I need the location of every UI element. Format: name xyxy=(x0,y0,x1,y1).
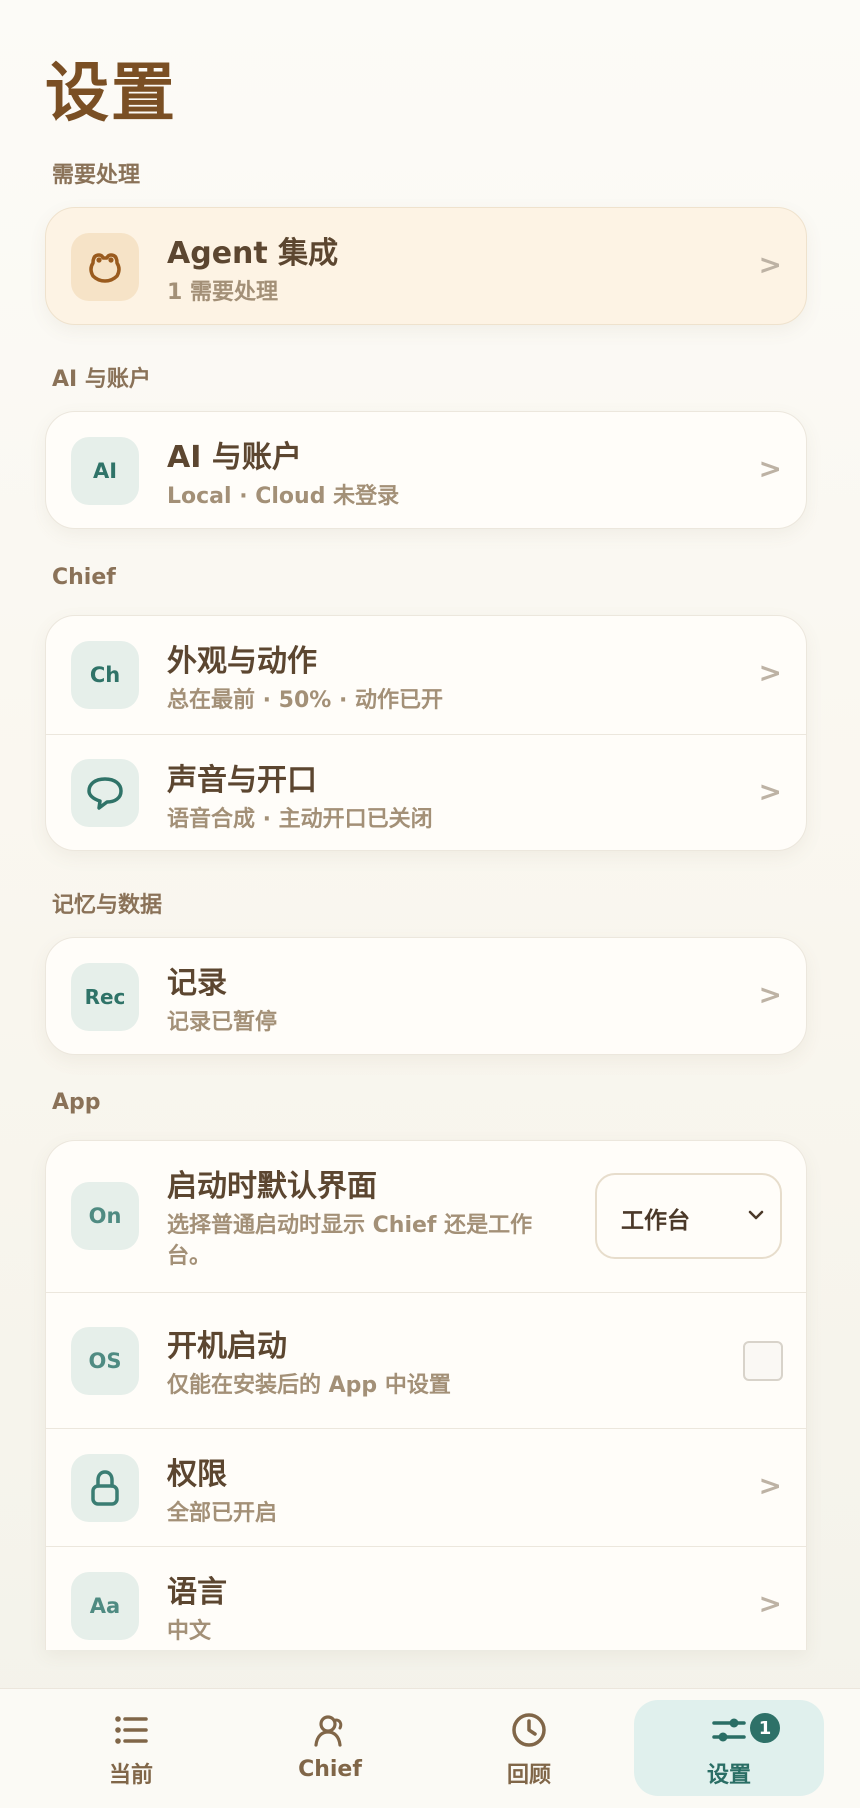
records-row[interactable]: Rec 记录 记录已暂停 > xyxy=(46,938,806,1054)
voice-title: 声音与开口 xyxy=(167,763,317,798)
section-label-needs-attention: 需要处理 xyxy=(52,163,141,188)
language-subtitle: 中文 xyxy=(167,1619,212,1644)
appearance-subtitle: 总在最前 · 50% · 动作已开 xyxy=(167,688,444,713)
startup-icon: On xyxy=(71,1182,139,1250)
chevron-right-icon: > xyxy=(758,978,782,1011)
card-needs-attention: Agent 集成 1 需要处理 > xyxy=(45,207,807,325)
person-icon xyxy=(314,1715,343,1747)
permissions-row[interactable]: 权限 全部已开启 > xyxy=(46,1428,806,1546)
ai-icon: AI xyxy=(71,437,139,505)
nav-item-current[interactable]: 当前 xyxy=(36,1689,226,1808)
lock-icon xyxy=(71,1454,139,1522)
language-row[interactable]: Aa 语言 中文 > xyxy=(46,1546,806,1650)
notification-badge: 1 xyxy=(747,1710,783,1746)
launch-at-login-row: OS 开机启动 仅能在安装后的 App 中设置 xyxy=(46,1292,806,1428)
section-label-memory: 记忆与数据 xyxy=(52,893,163,918)
nav-item-settings[interactable]: 设置 1 xyxy=(634,1700,824,1796)
permissions-title: 权限 xyxy=(167,1457,227,1492)
speech-bubble-icon xyxy=(71,759,139,827)
page-title: 设置 xyxy=(45,57,177,131)
language-icon: Aa xyxy=(71,1572,139,1640)
ai-account-title: AI 与账户 xyxy=(167,440,302,475)
ai-account-row[interactable]: AI AI 与账户 Local · Cloud 未登录 > xyxy=(46,412,806,528)
chevron-down-icon xyxy=(748,1210,764,1220)
chevron-right-icon: > xyxy=(758,248,782,281)
nav-label-settings: 设置 xyxy=(706,1763,751,1788)
startup-view-subtitle-line1: 选择普通启动时显示 Chief 还是工作 xyxy=(167,1213,533,1238)
records-icon: Rec xyxy=(71,963,139,1031)
nav-item-chief[interactable]: Chief xyxy=(235,1689,425,1808)
startup-view-title: 启动时默认界面 xyxy=(167,1169,377,1204)
section-label-app: App xyxy=(52,1090,101,1115)
permissions-subtitle: 全部已开启 xyxy=(167,1501,278,1526)
agent-integration-title: Agent 集成 xyxy=(167,236,339,271)
card-memory: Rec 记录 记录已暂停 > xyxy=(45,937,807,1055)
card-app: On 启动时默认界面 选择普通启动时显示 Chief 还是工作 台。 工作台 O… xyxy=(45,1140,807,1650)
launch-at-login-subtitle: 仅能在安装后的 App 中设置 xyxy=(167,1373,451,1398)
records-title: 记录 xyxy=(167,966,227,1001)
ai-account-subtitle: Local · Cloud 未登录 xyxy=(167,484,400,509)
agent-icon xyxy=(71,233,139,301)
nav-label-current: 当前 xyxy=(108,1763,153,1788)
voice-row[interactable]: 声音与开口 语音合成 · 主动开口已关闭 > xyxy=(46,734,806,850)
chevron-right-icon: > xyxy=(758,1469,782,1502)
startup-view-select-value: 工作台 xyxy=(621,1208,690,1234)
chevron-right-icon: > xyxy=(758,1587,782,1620)
list-icon xyxy=(115,1716,148,1744)
nav-label-chief: Chief xyxy=(298,1757,362,1782)
settings-page: 设置 需要处理 Agent 集成 1 需要处理 > AI 与账户 AI AI 与… xyxy=(0,0,860,1808)
voice-subtitle: 语音合成 · 主动开口已关闭 xyxy=(167,807,433,832)
os-icon: OS xyxy=(71,1327,139,1395)
section-label-chief: Chief xyxy=(52,565,116,590)
nav-item-review[interactable]: 回顾 xyxy=(434,1689,624,1808)
startup-view-select[interactable]: 工作台 xyxy=(595,1173,782,1259)
agent-integration-row[interactable]: Agent 集成 1 需要处理 > xyxy=(46,208,806,324)
records-subtitle: 记录已暂停 xyxy=(167,1010,278,1035)
chevron-right-icon: > xyxy=(758,452,782,485)
startup-view-subtitle-line2: 台。 xyxy=(167,1244,212,1269)
sliders-icon xyxy=(712,1718,746,1742)
chevron-right-icon: > xyxy=(758,656,782,689)
launch-at-login-checkbox[interactable] xyxy=(743,1341,783,1381)
language-title: 语言 xyxy=(167,1575,227,1610)
startup-view-row: On 启动时默认界面 选择普通启动时显示 Chief 还是工作 台。 工作台 xyxy=(46,1141,806,1292)
card-ai-account: AI AI 与账户 Local · Cloud 未登录 > xyxy=(45,411,807,529)
card-chief: Ch 外观与动作 总在最前 · 50% · 动作已开 > 声音与开口 语音合成 … xyxy=(45,615,807,851)
chevron-right-icon: > xyxy=(758,775,782,808)
agent-integration-subtitle: 1 需要处理 xyxy=(167,280,278,305)
chief-icon: Ch xyxy=(71,641,139,709)
clock-icon xyxy=(512,1713,546,1747)
section-label-ai-account: AI 与账户 xyxy=(52,367,151,392)
launch-at-login-title: 开机启动 xyxy=(167,1329,287,1364)
bottom-nav: 当前 Chief 回顾 设置 1 xyxy=(0,1688,860,1808)
appearance-title: 外观与动作 xyxy=(167,644,317,679)
nav-label-review: 回顾 xyxy=(506,1763,551,1788)
appearance-row[interactable]: Ch 外观与动作 总在最前 · 50% · 动作已开 > xyxy=(46,616,806,734)
